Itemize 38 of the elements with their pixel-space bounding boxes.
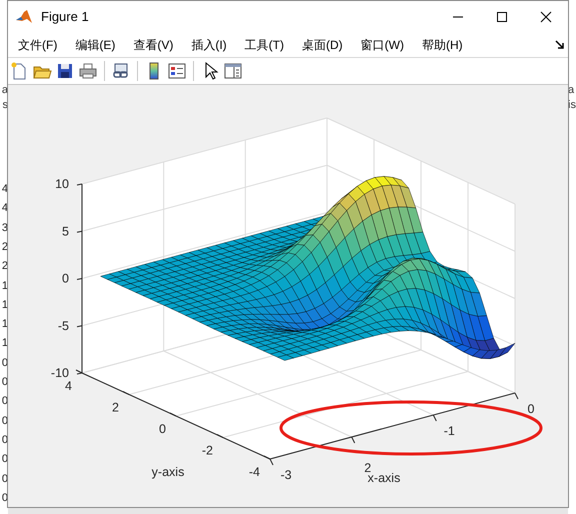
tick-label: -3 [280, 468, 292, 482]
menu-item[interactable]: 编辑(E) [73, 36, 118, 54]
background-text: 1 [2, 318, 8, 332]
tick-label: 0 [62, 272, 69, 286]
background-text: 1 [2, 337, 8, 350]
close-icon [540, 10, 552, 22]
dock-arrow-icon[interactable] [555, 40, 564, 49]
link-figure-icon[interactable] [111, 61, 131, 81]
background-text: 1 [2, 298, 8, 312]
tick-label: 10 [55, 177, 69, 191]
menu-item[interactable]: 帮助(H) [420, 36, 465, 54]
tick-label: 2 [112, 400, 119, 414]
legend-icon[interactable] [167, 61, 187, 81]
save-icon[interactable] [55, 61, 75, 81]
menu-item[interactable]: 插入(I) [189, 36, 229, 54]
tick-label: -10 [50, 366, 69, 380]
background-text: 4 [2, 202, 8, 216]
window-title: Figure 1 [41, 8, 89, 26]
tick-label: 0 [159, 422, 166, 436]
printer-icon[interactable] [78, 61, 98, 81]
maximize-icon [496, 10, 508, 22]
background-text: 1 [2, 280, 8, 292]
tick-label: 4 [65, 379, 72, 393]
tick-label: -5 [58, 318, 69, 333]
property-editor-icon[interactable] [223, 61, 243, 81]
tick-label: -2 [202, 444, 213, 458]
menu-item[interactable]: 查看(V) [131, 36, 176, 54]
tick-label: -1 [444, 424, 455, 438]
menu-item[interactable]: 工具(T) [242, 36, 286, 54]
background-text: 4 [2, 183, 8, 196]
tick-label: -4 [248, 465, 260, 479]
app-logo-icon [15, 8, 33, 24]
menu-item[interactable]: 文件(F) [16, 36, 60, 54]
menu-item[interactable]: 窗口(W) [358, 36, 406, 54]
menu-item[interactable]: 桌面(D) [300, 36, 345, 54]
tick-label: 0 [528, 402, 534, 416]
axis-label: y-axis [152, 465, 184, 479]
tick-label: 5 [62, 224, 69, 238]
